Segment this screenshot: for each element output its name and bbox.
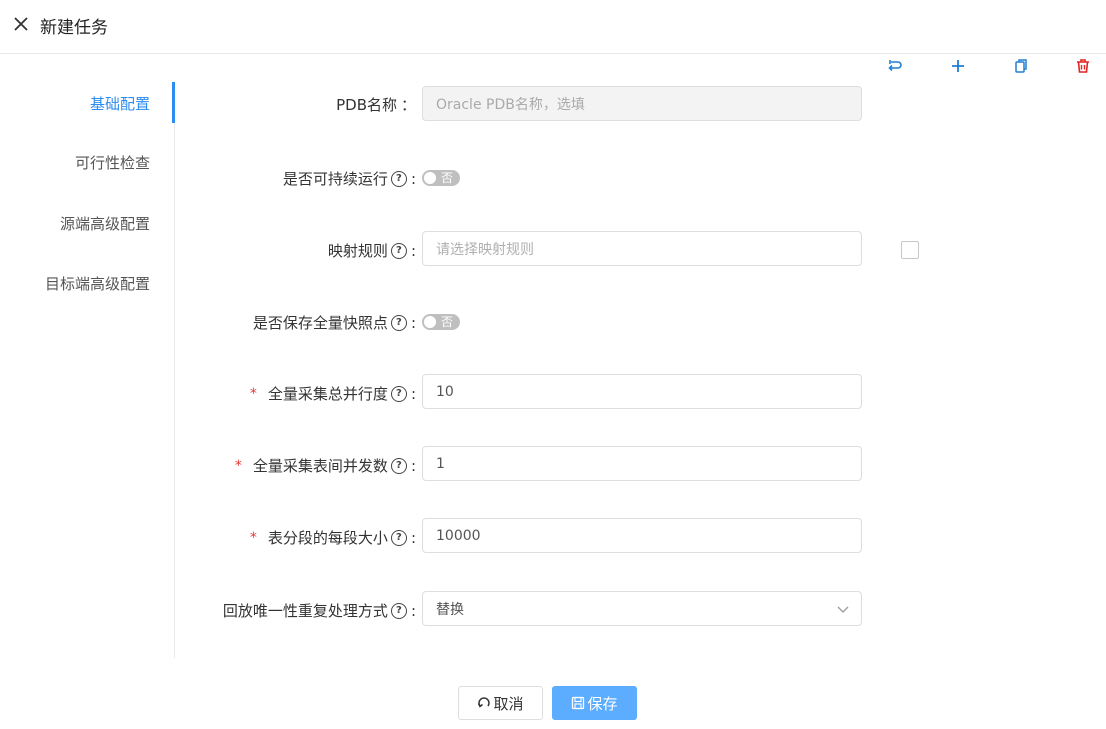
help-icon[interactable]: ? [390,385,407,402]
segment-size-value: 10000 [436,527,481,544]
sidebar-divider [174,82,175,658]
label-colon: : [410,384,416,403]
help-icon[interactable]: ? [390,602,407,619]
sidebar-active-indicator [172,82,175,123]
total-parallelism-label: * 全量采集总并行度 ? : [250,383,416,404]
plus-icon[interactable] [950,58,966,74]
copy-icon[interactable] [1013,58,1029,74]
label-colon: : [410,456,416,475]
help-icon[interactable]: ? [390,170,407,187]
save-snapshot-switch[interactable]: 否 [422,314,460,330]
continuous-run-label-text: 是否可持续运行 [282,170,388,188]
dialog-header: 新建任务 [0,0,1106,54]
dup-handling-label: 回放唯一性重复处理方式 ? : [223,600,416,621]
table-concurrency-label: * 全量采集表间并发数 ? : [235,455,416,476]
dialog-title: 新建任务 [40,18,108,38]
required-mark: * [234,457,242,474]
dup-handling-value: 替换 [436,601,464,618]
pdb-name-label-text: PDB名称 [336,96,397,114]
chevron-down-icon [837,606,849,613]
save-button-label: 保存 [587,694,618,713]
pdb-name-input[interactable]: Oracle PDB名称，选填 [422,86,862,121]
pdb-name-placeholder: Oracle PDB名称，选填 [436,96,585,113]
continuous-run-switch[interactable]: 否 [422,170,460,186]
continuous-run-label: 是否可持续运行 ? : [283,168,416,189]
dup-handling-label-text: 回放唯一性重复处理方式 [222,602,388,620]
sidebar-item-basic-config[interactable]: 基础配置 [90,93,150,114]
mapping-rule-placeholder: 请选择映射规则 [436,241,534,258]
required-mark: * [249,385,257,402]
label-colon: : [410,169,416,188]
switch-text: 否 [441,171,454,185]
table-concurrency-label-text: 全量采集表间并发数 [252,457,388,475]
undo-icon[interactable] [887,58,903,74]
cancel-button-label: 取消 [493,694,524,713]
sidebar-item-source-advanced[interactable]: 源端高级配置 [60,213,150,234]
switch-knob [424,316,436,328]
save-icon [572,696,585,710]
help-icon[interactable]: ? [390,242,407,259]
segment-size-label-text: 表分段的每段大小 [267,529,388,547]
label-colon: : [410,313,416,332]
label-colon: : [410,528,416,547]
pdb-name-label: PDB名称 ： [336,94,416,115]
mapping-rule-select[interactable]: 请选择映射规则 [422,231,862,266]
help-icon[interactable]: ? [390,314,407,331]
help-icon[interactable]: ? [390,457,407,474]
cancel-button[interactable]: 取消 [458,686,543,720]
help-icon[interactable]: ? [390,529,407,546]
trash-icon[interactable] [1075,58,1091,74]
sidebar-item-feasibility-check[interactable]: 可行性检查 [75,152,150,173]
refresh-icon [478,697,491,708]
segment-size-label: * 表分段的每段大小 ? : [250,527,416,548]
mapping-rule-checkbox[interactable] [901,241,919,259]
switch-knob [424,172,436,184]
required-mark: * [249,529,257,546]
label-colon: ： [400,96,416,114]
label-colon: : [410,241,416,260]
close-icon[interactable] [12,15,30,33]
dup-handling-select[interactable]: 替换 [422,591,862,626]
total-parallelism-value: 10 [436,383,454,400]
total-parallelism-input[interactable]: 10 [422,374,862,409]
table-concurrency-input[interactable]: 1 [422,446,862,481]
mapping-rule-label-text: 映射规则 [327,242,388,260]
switch-text: 否 [441,315,454,329]
mapping-rule-label: 映射规则 ? : [328,240,416,261]
total-parallelism-label-text: 全量采集总并行度 [267,385,388,403]
save-button[interactable]: 保存 [552,686,637,720]
sidebar-item-target-advanced[interactable]: 目标端高级配置 [45,273,150,294]
label-colon: : [410,601,416,620]
table-concurrency-value: 1 [436,455,445,472]
save-snapshot-label-text: 是否保存全量快照点 [252,314,388,332]
segment-size-input[interactable]: 10000 [422,518,862,553]
save-snapshot-label: 是否保存全量快照点 ? : [253,312,416,333]
